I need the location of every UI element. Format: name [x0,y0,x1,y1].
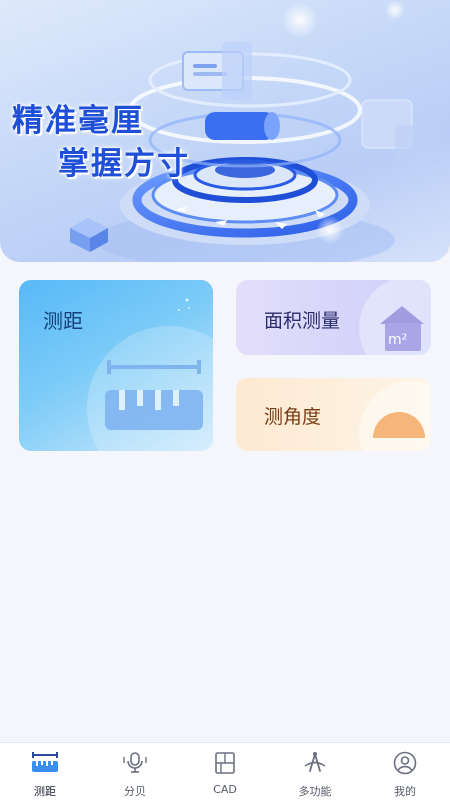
distance-measure-card[interactable]: 测距 [19,280,213,451]
banner-slogan-line1: 精准毫厘 [12,103,144,139]
nav-label-profile: 我的 [394,785,416,798]
hero-banner: 精准毫厘 掌握方寸 [0,0,450,262]
banner-slogan-line2: 掌握方寸 [58,146,190,182]
nav-item-distance[interactable]: 测距 [0,743,90,800]
microphone-icon [123,752,147,773]
ruler-icon [32,752,58,772]
bottom-navigation: 测距 分贝 CAD 多功能 我的 [0,742,450,800]
angle-measure-card[interactable]: 测角度 [236,378,431,451]
profile-icon [393,751,417,775]
area-measure-card[interactable]: m² 面积测量 [236,280,431,355]
nav-label-multifunction: 多功能 [298,785,332,798]
svg-text:m²: m² [388,332,407,348]
area-card-label: 面积测量 [264,310,341,332]
multi-tool-icon [304,752,326,772]
nav-label-decibel: 分贝 [124,785,146,798]
distance-card-label: 测距 [43,309,83,333]
nav-label-cad: CAD [213,783,237,796]
floorplan-icon [215,752,235,774]
nav-item-decibel[interactable]: 分贝 [90,743,180,800]
nav-item-multifunction[interactable]: 多功能 [270,743,360,800]
nav-item-profile[interactable]: 我的 [360,743,450,800]
nav-item-cad[interactable]: CAD [180,743,270,800]
nav-label-distance: 测距 [34,785,56,798]
angle-card-label: 测角度 [264,406,322,428]
